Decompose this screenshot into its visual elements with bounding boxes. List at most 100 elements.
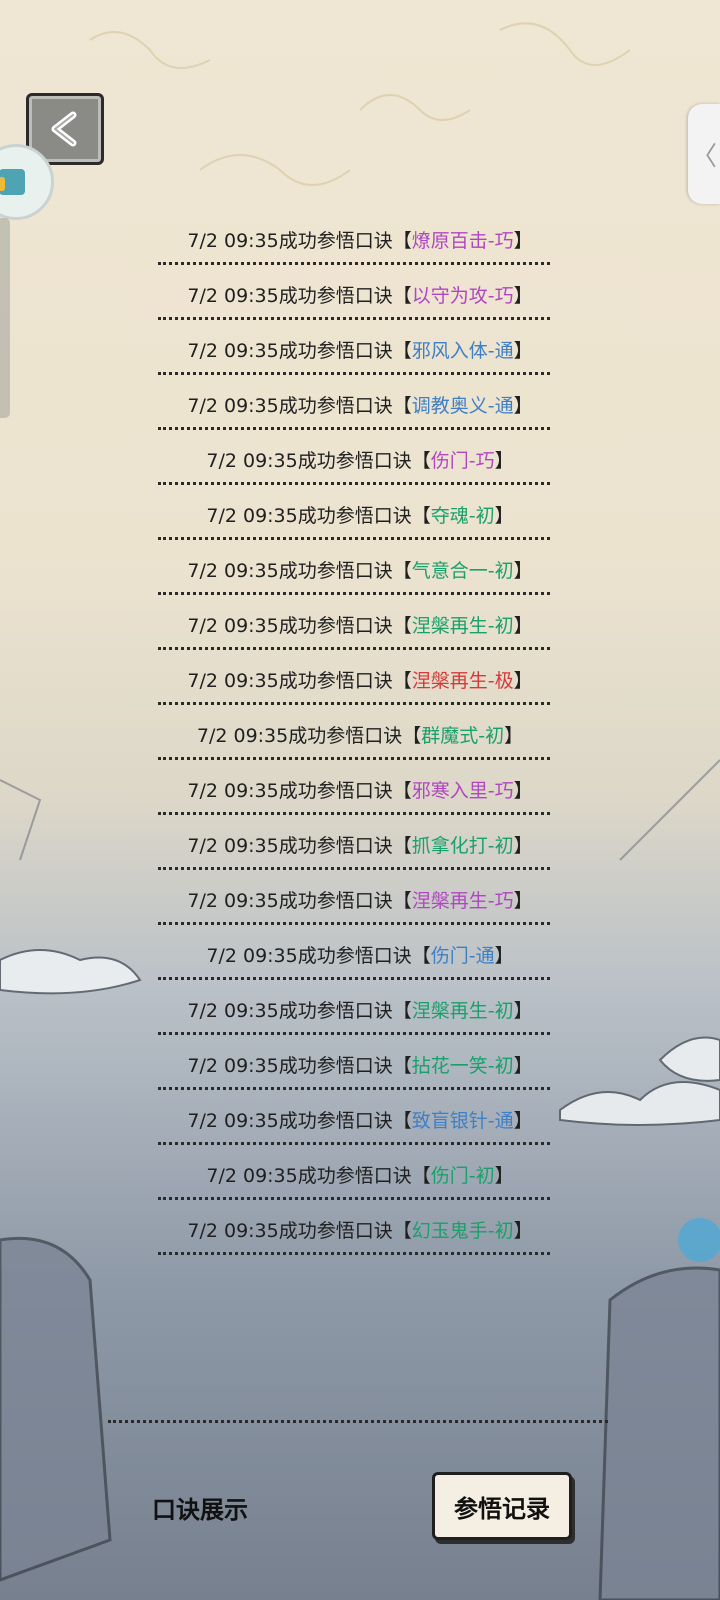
bracket-close: 】 — [494, 1165, 514, 1187]
bracket-close: 】 — [513, 890, 533, 912]
skill-name: 拈花一笑-初 — [411, 1055, 514, 1077]
skill-name: 伤门-巧 — [430, 450, 495, 472]
chevron-left-icon: 〈 — [690, 141, 717, 172]
record-prefix: 7/2 09:35成功参悟口诀 — [187, 560, 393, 582]
record-prefix: 7/2 09:35成功参悟口诀 — [187, 285, 393, 307]
bracket-open: 【 — [392, 340, 412, 362]
bracket-open: 【 — [392, 230, 412, 252]
skill-name: 夺魂-初 — [430, 505, 495, 527]
record-row: 7/2 09:35成功参悟口诀【调教奥义-通】 — [140, 377, 580, 432]
record-row: 7/2 09:35成功参悟口诀【涅槃再生-初】 — [140, 597, 580, 652]
record-row: 7/2 09:35成功参悟口诀【燎原百击-巧】 — [140, 212, 580, 267]
bracket-close: 】 — [513, 1055, 533, 1077]
record-row: 7/2 09:35成功参悟口诀【伤门-通】 — [140, 927, 580, 982]
record-prefix: 7/2 09:35成功参悟口诀 — [187, 1055, 393, 1077]
skill-name: 伤门-初 — [430, 1165, 495, 1187]
record-prefix: 7/2 09:35成功参悟口诀 — [206, 945, 412, 967]
record-prefix: 7/2 09:35成功参悟口诀 — [206, 1165, 412, 1187]
bracket-close: 】 — [513, 615, 533, 637]
bracket-close: 】 — [513, 1220, 533, 1242]
record-prefix: 7/2 09:35成功参悟口诀 — [187, 835, 393, 857]
bracket-close: 】 — [513, 340, 533, 362]
bracket-open: 【 — [402, 725, 422, 747]
bracket-close: 】 — [514, 1271, 533, 1274]
bracket-open: 【 — [411, 450, 431, 472]
bracket-open: 【 — [392, 670, 412, 692]
bracket-open: 【 — [411, 505, 431, 527]
bracket-open: 【 — [392, 780, 412, 802]
record-row: 7/2 09:35成功参悟口诀【幻玉鬼手-初】 — [140, 1202, 580, 1257]
bracket-open: 【 — [392, 835, 412, 857]
record-row: 7/2 09:35成功参悟口诀【邪风入体-通】 — [140, 322, 580, 377]
bracket-open: 【 — [392, 615, 412, 637]
bracket-close: 】 — [513, 395, 533, 417]
record-prefix: 7/2 09:35成功参悟口诀 — [187, 1110, 393, 1132]
bracket-close: 】 — [494, 450, 514, 472]
record-row: 7/2 09:35成功参悟口诀【伤门-巧】 — [140, 432, 580, 487]
record-row: 7/2 09:35成功参悟口诀【以守为攻-巧】 — [140, 267, 580, 322]
bracket-open: 【 — [393, 1271, 412, 1274]
skill-name: 群魔式-初 — [421, 725, 505, 747]
skill-name: 邪寒入里-巧 — [411, 780, 514, 802]
bracket-close: 】 — [513, 670, 533, 692]
record-row: 7/2 09:35成功参悟口诀【伤门-初】 — [140, 1147, 580, 1202]
bracket-open: 【 — [392, 890, 412, 912]
bracket-open: 【 — [392, 560, 412, 582]
skill-name: 涅槃再生-初 — [411, 1000, 514, 1022]
skill-name: 以守为攻-巧 — [411, 285, 514, 307]
record-list[interactable]: 7/2 09:35成功参悟口诀【燎原百击-巧】 7/2 09:35成功参悟口诀【以… — [140, 212, 580, 1274]
chevron-left-icon — [51, 111, 77, 147]
bracket-close: 】 — [494, 505, 514, 527]
bracket-close: 】 — [513, 285, 533, 307]
record-prefix: 7/2 09:35成功参悟口诀 — [187, 340, 393, 362]
bracket-close: 】 — [513, 780, 533, 802]
record-row: 7/2 09:35成功参悟口诀【涅槃再生-初】 — [140, 982, 580, 1037]
skill-name: 涅槃再生-极 — [411, 670, 514, 692]
bracket-close: 】 — [513, 230, 533, 252]
bracket-close: 】 — [513, 560, 533, 582]
skill-name: 燎原百击-巧 — [411, 230, 514, 252]
skill-name: 涅槃再生-初 — [411, 615, 514, 637]
record-row: 7/2 09:35成功参悟口诀【邪寒入里-巧】 — [140, 762, 580, 817]
record-prefix: 7/2 09:35成功参悟口诀 — [187, 1000, 393, 1022]
side-scrollbar[interactable] — [0, 218, 10, 418]
record-row: 7/2 09:35成功参悟口诀【涅槃再生-巧】 — [140, 872, 580, 927]
record-prefix: 7/2 09:35成功参悟口诀 — [187, 890, 393, 912]
skill-name: 气意合一-初 — [411, 560, 514, 582]
skill-name: 幻玉鬼手-初 — [411, 1220, 514, 1242]
skill-name: 邪风入体-通 — [411, 340, 514, 362]
bracket-close: 】 — [494, 945, 514, 967]
record-prefix: 7/2 09:35成功参悟口诀 — [187, 780, 393, 802]
bracket-open: 【 — [411, 1165, 431, 1187]
skill-name: 伤门-通 — [430, 945, 495, 967]
record-prefix: 7/2 09:35成功参悟口诀 — [187, 670, 393, 692]
record-row: 7/2 09:35成功参悟口诀【涅槃再生-极】 — [140, 652, 580, 707]
skill-name: 抓拿化打-初 — [411, 835, 514, 857]
bracket-open: 【 — [392, 285, 412, 307]
skill-name: 致盲银针-通 — [411, 1110, 514, 1132]
record-row: 7/2 09:35成功参悟口诀【抓拿化打-初】 — [140, 817, 580, 872]
bracket-close: 】 — [513, 1000, 533, 1022]
record-row: 7/2 09:35成功参悟口诀【拈花一笑-初】 — [140, 1037, 580, 1092]
side-panel-handle[interactable]: 〈 — [688, 104, 720, 204]
bracket-open: 【 — [392, 1220, 412, 1242]
divider — [108, 1420, 608, 1423]
record-prefix: 7/2 09:35成功参悟口诀 — [187, 1220, 393, 1242]
record-prefix: 7/2 09:35成功参悟口诀 — [187, 230, 393, 252]
bracket-close: 】 — [513, 1110, 533, 1132]
bracket-close: 】 — [504, 725, 524, 747]
skill-name: 调教奥义-通 — [411, 395, 514, 417]
bracket-open: 【 — [392, 1055, 412, 1077]
tab-comprehension-records[interactable]: 参悟记录 — [432, 1472, 572, 1540]
record-row: 7/2 09:35成功参悟口诀【涅槃再生-初】 — [140, 1257, 580, 1274]
record-row: 7/2 09:35成功参悟口诀【夺魂-初】 — [140, 487, 580, 542]
record-row: 7/2 09:35成功参悟口诀【致盲银针-通】 — [140, 1092, 580, 1147]
bracket-close: 】 — [513, 835, 533, 857]
record-prefix: 7/2 09:35成功参悟口诀 — [196, 725, 403, 747]
tab-verse-display[interactable]: 口诀展示 — [152, 1490, 248, 1525]
skill-name: 涅槃再生-初 — [412, 1271, 514, 1274]
record-row: 7/2 09:35成功参悟口诀【群魔式-初】 — [140, 707, 580, 762]
record-row: 7/2 09:35成功参悟口诀【气意合一-初】 — [140, 542, 580, 597]
record-prefix: 7/2 09:35成功参悟口诀 — [187, 1271, 392, 1274]
bracket-open: 【 — [392, 395, 412, 417]
